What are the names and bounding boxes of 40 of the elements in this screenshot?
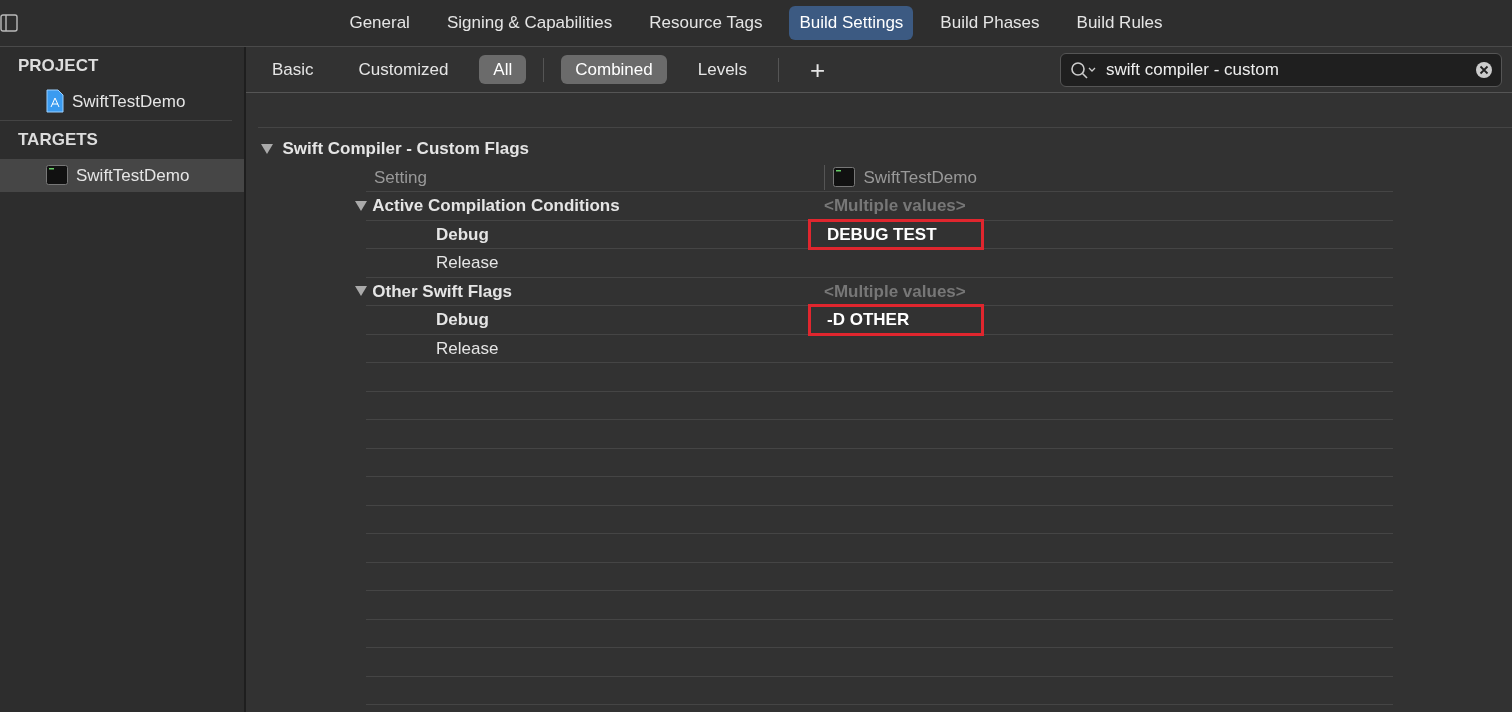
setting-name: Other Swift Flags [372, 280, 513, 303]
search-icon[interactable] [1069, 60, 1096, 79]
terminal-icon [46, 165, 68, 186]
setting-name: Debug [436, 310, 489, 329]
section-title: Swift Compiler - Custom Flags [282, 138, 530, 160]
sidebar-item[interactable]: SwiftTestDemo [0, 158, 244, 192]
collapse-triangle-icon[interactable] [260, 142, 274, 155]
sidebar-item[interactable]: SwiftTestDemo [0, 84, 244, 118]
sidebar-heading: PROJECT [17, 55, 100, 77]
search-field[interactable]: swift compiler - custom [1060, 52, 1502, 87]
sidebar-heading: TARGETS [17, 129, 99, 151]
filter-button[interactable]: All [479, 54, 527, 85]
filter-button[interactable]: Customized [344, 54, 463, 85]
setting-value: -D OTHER [808, 304, 984, 336]
filter-button[interactable]: Basic [258, 54, 328, 85]
tab[interactable]: Build Rules [1066, 6, 1173, 40]
tab[interactable]: Build Settings [789, 6, 914, 40]
setting-name: Debug [436, 224, 489, 244]
sidebar-toggle-icon[interactable] [0, 14, 18, 32]
add-button[interactable]: + [795, 54, 840, 85]
collapse-triangle-icon[interactable] [354, 285, 368, 298]
tab[interactable]: General [339, 6, 420, 40]
setting-name: Active Compilation Conditions [372, 195, 620, 217]
setting-name: Release [436, 338, 499, 358]
column-header: SwiftTestDemo [863, 166, 977, 189]
project-file-icon [46, 89, 64, 114]
filter-button[interactable]: Levels [683, 54, 761, 85]
tab[interactable]: Build Phases [930, 6, 1050, 40]
terminal-icon [833, 167, 855, 188]
setting-value: DEBUG TEST [808, 218, 984, 250]
collapse-triangle-icon[interactable] [354, 199, 368, 212]
setting-name: Release [436, 253, 499, 272]
tab[interactable]: Signing & Capabilities [436, 6, 623, 40]
setting-value: <Multiple values> [824, 280, 966, 303]
clear-icon[interactable] [1474, 60, 1493, 79]
setting-value: <Multiple values> [824, 195, 966, 217]
filter-button[interactable]: Combined [561, 54, 667, 85]
tab[interactable]: Resource Tags [639, 6, 773, 40]
column-header: Setting [374, 167, 427, 187]
search-input[interactable]: swift compiler - custom [1104, 55, 1466, 84]
